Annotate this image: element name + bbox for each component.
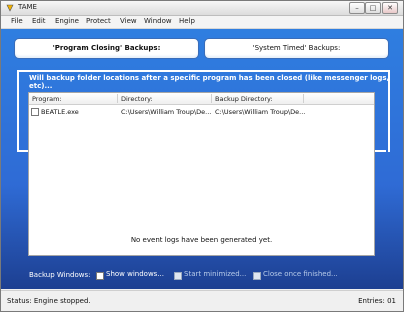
start-minimized-label[interactable]: Start minimized... [184, 270, 246, 278]
menu-engine[interactable]: Engine [55, 17, 79, 25]
status-bar: Status: Engine stopped. Entries: 01 [1, 290, 403, 311]
program-list[interactable]: Program: Directory: Backup Directory: BE… [28, 92, 375, 256]
maximize-button[interactable]: □ [365, 2, 381, 14]
menu-protect[interactable]: Protect [86, 17, 111, 25]
menu-bar: File Edit Engine Protect View Window Hel… [1, 16, 403, 29]
row-checkbox[interactable] [31, 108, 39, 116]
tab-program-closing[interactable]: 'Program Closing' Backups: [14, 38, 199, 59]
title-bar: TAME – □ ✕ [1, 1, 403, 16]
app-window: TAME – □ ✕ File Edit Engine Protect View… [0, 0, 404, 312]
main-panel: 'Program Closing' Backups: 'System Timed… [1, 29, 403, 289]
close-button[interactable]: ✕ [382, 2, 398, 14]
close-once-finished-checkbox[interactable] [253, 272, 261, 280]
show-windows-label[interactable]: Show windows... [106, 270, 164, 278]
list-header: Program: Directory: Backup Directory: [29, 93, 374, 105]
backup-windows-label: Backup Windows: [29, 271, 91, 279]
tab-system-timed[interactable]: 'System Timed' Backups: [204, 38, 389, 59]
column-backup-directory[interactable]: Backup Directory: [215, 95, 273, 103]
window-title: TAME [18, 3, 37, 11]
menu-window[interactable]: Window [144, 17, 172, 25]
column-program[interactable]: Program: [32, 95, 62, 103]
start-minimized-checkbox[interactable] [174, 272, 182, 280]
column-separator[interactable] [211, 94, 212, 103]
menu-help[interactable]: Help [179, 17, 195, 25]
row-program: BEATLE.exe [41, 108, 79, 116]
empty-log-message: No event logs have been generated yet. [130, 236, 273, 244]
app-icon [6, 4, 14, 12]
close-once-finished-label[interactable]: Close once finished... [263, 270, 338, 278]
menu-file[interactable]: File [11, 17, 23, 25]
status-text: Status: Engine stopped. [7, 297, 91, 305]
menu-edit[interactable]: Edit [32, 17, 46, 25]
backup-windows-bar: Backup Windows: Show windows... Start mi… [1, 268, 403, 285]
menu-view[interactable]: View [120, 17, 137, 25]
row-backup-directory: C:\Users\William Troup\De... [215, 108, 306, 116]
entries-count: Entries: 01 [358, 297, 396, 305]
panel-description: Will backup folder locations after a spe… [29, 74, 390, 90]
column-directory[interactable]: Directory: [121, 95, 153, 103]
column-separator[interactable] [117, 94, 118, 103]
minimize-button[interactable]: – [349, 2, 365, 14]
row-directory: C:\Users\William Troup\De... [121, 108, 212, 116]
list-row[interactable]: BEATLE.exe C:\Users\William Troup\De... … [29, 106, 374, 117]
show-windows-checkbox[interactable] [96, 272, 104, 280]
column-separator[interactable] [303, 94, 304, 103]
